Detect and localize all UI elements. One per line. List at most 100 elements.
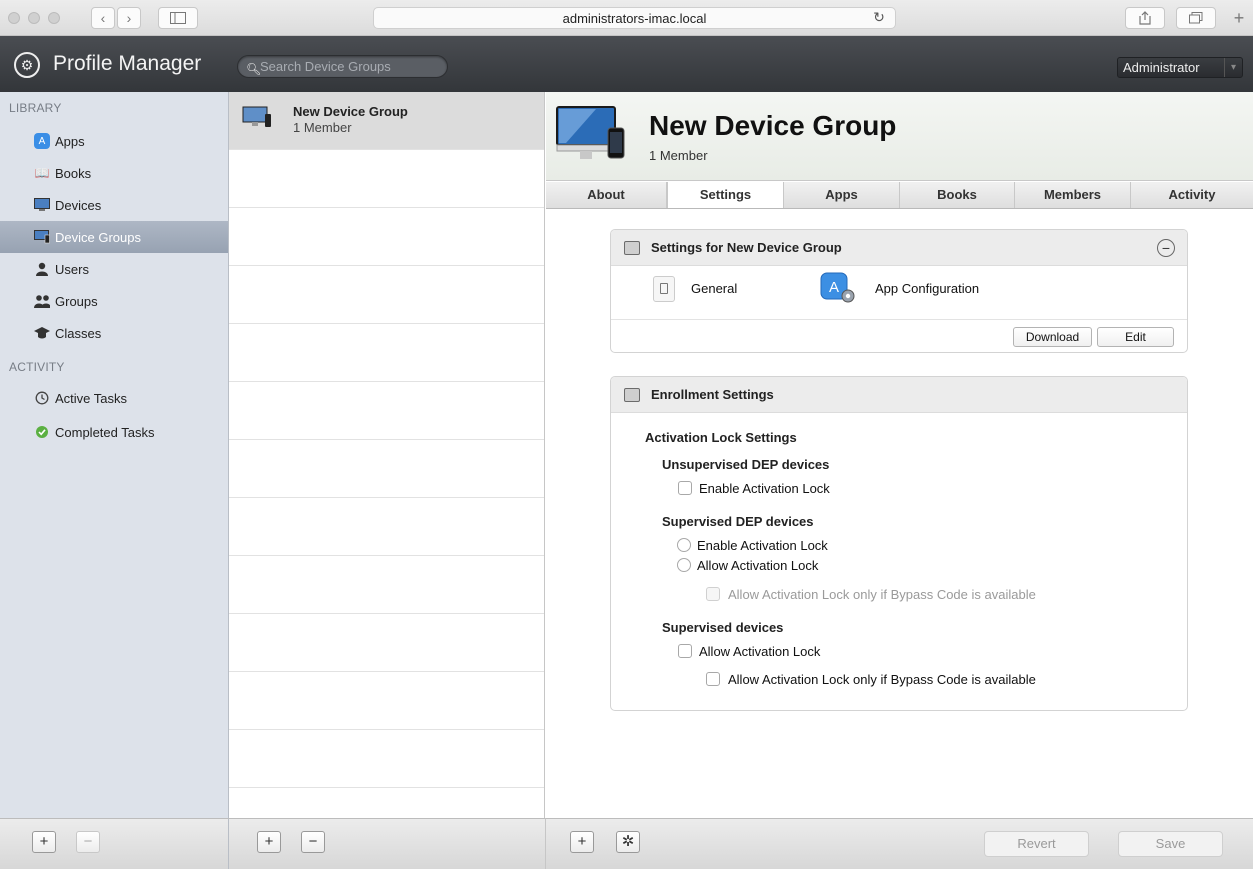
- sidebar-icon: [170, 12, 186, 24]
- action-menu-button[interactable]: ✲: [616, 831, 640, 853]
- sidebar-item-apps[interactable]: A Apps: [0, 125, 228, 157]
- payload-general[interactable]: General: [691, 281, 737, 296]
- list-row-empty: [229, 498, 544, 556]
- supervised-bypass-checkbox[interactable]: [706, 672, 720, 686]
- detail-title: New Device Group: [649, 110, 897, 141]
- supervised-dep-allow-radio[interactable]: [677, 558, 691, 572]
- unsupervised-enable-lock-label: Enable Activation Lock: [699, 481, 830, 496]
- detail-pane: New Device Group 1 Member About Settings…: [546, 92, 1253, 818]
- app-configuration-icon[interactable]: A: [820, 272, 856, 304]
- zoom-window-icon[interactable]: [48, 12, 60, 24]
- download-button[interactable]: Download: [1013, 327, 1092, 347]
- list-row-empty: [229, 614, 544, 672]
- save-button[interactable]: Save: [1118, 831, 1223, 857]
- remove-device-group-button[interactable]: −: [301, 831, 325, 853]
- collapse-icon[interactable]: −: [1157, 239, 1175, 257]
- supervised-dep-heading: Supervised DEP devices: [662, 514, 814, 529]
- app-title: Profile Manager: [53, 52, 202, 75]
- add-library-button[interactable]: +: [32, 831, 56, 853]
- supervised-dep-enable-radio[interactable]: [677, 538, 691, 552]
- sidebar-item-completed-tasks[interactable]: Completed Tasks: [0, 416, 228, 448]
- profile-manager-logo-icon: ⚙: [14, 52, 40, 78]
- search-placeholder: Search Device Groups: [260, 59, 391, 74]
- imac-iphone-icon: [242, 106, 271, 127]
- add-payload-button[interactable]: +: [570, 831, 594, 853]
- tab-about[interactable]: About: [546, 182, 667, 208]
- enrollment-panel-header: Enrollment Settings: [611, 377, 1187, 413]
- app-header: ⚙ Profile Manager 🔍︎ Search Device Group…: [0, 36, 1253, 92]
- user-menu-label: Administrator: [1123, 60, 1200, 75]
- sidebar-item-devices[interactable]: Devices: [0, 189, 228, 221]
- payload-app-configuration[interactable]: App Configuration: [875, 281, 979, 296]
- supervised-devices-heading: Supervised devices: [662, 620, 784, 635]
- user-menu[interactable]: Administrator ▾: [1117, 57, 1243, 78]
- supervised-dep-bypass-checkbox[interactable]: [706, 587, 720, 601]
- graduation-cap-icon: [34, 325, 50, 341]
- tab-members[interactable]: Members: [1015, 182, 1131, 208]
- plus-icon: +: [39, 833, 49, 850]
- list-row-empty: [229, 440, 544, 498]
- tabs-overview-button[interactable]: [1176, 7, 1216, 29]
- list-item-title: New Device Group: [293, 104, 408, 119]
- detail-subtitle: 1 Member: [649, 148, 708, 163]
- sidebar-item-classes[interactable]: Classes: [0, 317, 228, 349]
- list-item-subtitle: 1 Member: [293, 120, 352, 135]
- chevron-right-icon: ›: [126, 10, 132, 26]
- edit-button[interactable]: Edit: [1097, 327, 1174, 347]
- tab-activity[interactable]: Activity: [1131, 182, 1253, 208]
- library-heading: LIBRARY: [9, 101, 62, 115]
- address-bar[interactable]: administrators-imac.local: [373, 7, 896, 29]
- list-footer: + −: [229, 818, 546, 869]
- list-row-empty: [229, 150, 544, 208]
- device-group-list: New Device Group 1 Member: [229, 92, 545, 818]
- detail-footer: + ✲ Revert Save: [546, 818, 1253, 869]
- enrollment-panel: Enrollment Settings Activation Lock Sett…: [610, 376, 1188, 711]
- settings-panel: Settings for New Device Group − General …: [610, 229, 1188, 353]
- detail-header: New Device Group 1 Member: [546, 92, 1253, 181]
- sidebar-item-active-tasks[interactable]: Active Tasks: [0, 382, 228, 414]
- revert-button[interactable]: Revert: [984, 831, 1089, 857]
- activation-lock-heading: Activation Lock Settings: [645, 430, 797, 445]
- minimize-window-icon[interactable]: [28, 12, 40, 24]
- unsupervised-dep-heading: Unsupervised DEP devices: [662, 457, 830, 472]
- sidebar-item-groups[interactable]: Groups: [0, 285, 228, 317]
- list-row-empty: [229, 266, 544, 324]
- sidebar-item-device-groups[interactable]: Device Groups: [0, 221, 228, 253]
- search-input[interactable]: 🔍︎ Search Device Groups: [237, 55, 448, 78]
- tabs-icon: [1189, 12, 1203, 24]
- close-window-icon[interactable]: [8, 12, 20, 24]
- devices-icon: [34, 197, 50, 213]
- sidebar-item-books[interactable]: 📖 Books: [0, 157, 228, 189]
- chevron-down-icon: ▾: [1224, 58, 1242, 77]
- list-row-empty: [229, 730, 544, 788]
- unsupervised-enable-lock-checkbox[interactable]: [678, 481, 692, 495]
- new-tab-button[interactable]: +: [1228, 7, 1250, 29]
- minus-icon: −: [308, 833, 318, 850]
- plus-icon: +: [264, 833, 274, 850]
- sidebar-item-users[interactable]: Users: [0, 253, 228, 285]
- sidebar-toggle-button[interactable]: [158, 7, 198, 29]
- tab-apps[interactable]: Apps: [784, 182, 900, 208]
- svg-text:A: A: [829, 279, 839, 296]
- tab-books[interactable]: Books: [900, 182, 1015, 208]
- plus-icon: +: [577, 833, 587, 850]
- settings-panel-title: Settings for New Device Group: [651, 240, 842, 255]
- share-icon: [1139, 11, 1151, 25]
- tab-settings[interactable]: Settings: [667, 182, 784, 208]
- app-store-icon: A: [34, 133, 50, 149]
- list-row-empty: [229, 208, 544, 266]
- list-item[interactable]: New Device Group 1 Member: [229, 92, 544, 150]
- remove-library-button[interactable]: −: [76, 831, 100, 853]
- reload-icon[interactable]: ↻: [869, 7, 889, 29]
- list-row-empty: [229, 556, 544, 614]
- add-device-group-button[interactable]: +: [257, 831, 281, 853]
- divider: [611, 319, 1187, 320]
- sidebar: LIBRARY A Apps 📖 Books Devices Device Gr…: [0, 92, 229, 818]
- back-button[interactable]: ‹: [91, 7, 115, 29]
- general-payload-icon[interactable]: [653, 276, 675, 302]
- supervised-bypass-label: Allow Activation Lock only if Bypass Cod…: [728, 672, 1036, 687]
- browser-toolbar: ‹ › administrators-imac.local ↻ +: [0, 0, 1253, 36]
- forward-button[interactable]: ›: [117, 7, 141, 29]
- supervised-allow-lock-checkbox[interactable]: [678, 644, 692, 658]
- share-button[interactable]: [1125, 7, 1165, 29]
